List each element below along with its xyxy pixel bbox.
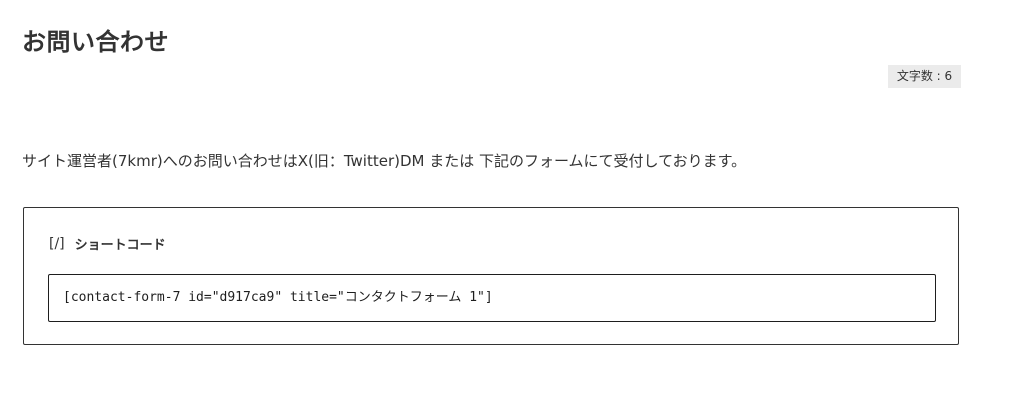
intro-paragraph[interactable]: サイト運営者(7kmr)へのお問い合わせはX(旧：Twitter)DM または …: [22, 150, 746, 172]
char-count-badge: 文字数 : 6: [888, 65, 961, 88]
shortcode-label-text: ショートコード: [74, 238, 166, 253]
shortcode-block-label: [/] ショートコード: [49, 234, 166, 254]
editor-page: お問い合わせ 文字数 : 6 サイト運営者(7kmr)へのお問い合わせはX(旧：…: [0, 0, 1024, 410]
shortcode-block[interactable]: [/] ショートコード [contact-form-7 id="d917ca9"…: [23, 207, 959, 345]
shortcode-icon: [/]: [49, 235, 65, 252]
page-title[interactable]: お問い合わせ: [22, 22, 169, 57]
shortcode-input[interactable]: [contact-form-7 id="d917ca9" title="コンタク…: [48, 274, 936, 322]
